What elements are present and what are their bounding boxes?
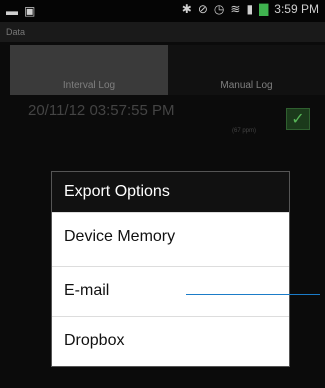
bluetooth-icon: ✱ [181, 2, 192, 16]
checkmark-icon: ✓ [291, 111, 305, 128]
callout-line [186, 294, 320, 295]
device-memory-label: Device Memory [64, 228, 176, 245]
alarm-icon: ◷ [213, 2, 225, 16]
status-bar: ▬ ▣ ✱ ⊘ ◷ ≋ ▮ ▇ 3:59 PM [0, 0, 325, 22]
dialog-title: Export Options [64, 183, 170, 200]
app-title: Data [6, 27, 26, 37]
status-right: ✱ ⊘ ◷ ≋ ▮ ▇ 3:59 PM [182, 2, 319, 16]
signal-icon: ▮ [246, 2, 254, 16]
tab-manual-log-label: Manual Log [220, 80, 273, 91]
log-entry-timestamp: 20/11/12 03:57:55 PM [28, 102, 175, 119]
gallery-icon: ▣ [24, 4, 36, 18]
dropbox-option[interactable]: Dropbox [52, 316, 289, 366]
mute-icon: ⊘ [197, 2, 208, 16]
status-time: 3:59 PM [274, 2, 319, 16]
log-entry-checkbox[interactable]: ✓ [286, 108, 310, 130]
email-label: E-mail [64, 282, 110, 299]
android-screen: ▬ ▣ ✱ ⊘ ◷ ≋ ▮ ▇ 3:59 PM Data Interval Lo… [0, 0, 325, 388]
log-entry-unit: (67 ppm) [232, 128, 257, 134]
dialog-title-bar: Export Options [52, 172, 289, 212]
email-option[interactable]: E-mail [52, 266, 289, 316]
notification-icon: ▬ [6, 4, 18, 18]
dropbox-label: Dropbox [64, 332, 125, 349]
status-left: ▬ ▣ [6, 4, 35, 18]
device-memory-option[interactable]: Device Memory [52, 212, 289, 262]
tab-interval-log-label: Interval Log [62, 80, 116, 91]
export-options-dialog: Export Options Device Memory E-mail Drop… [51, 171, 290, 367]
wifi-icon: ≋ [230, 2, 241, 16]
tab-manual-log[interactable]: Manual Log [168, 45, 325, 95]
app-title-bar: Data [0, 22, 325, 42]
tab-interval-log[interactable]: Interval Log [10, 45, 168, 95]
battery-icon: ▇ [259, 2, 269, 16]
tab-bar: Interval Log Manual Log [10, 45, 325, 95]
